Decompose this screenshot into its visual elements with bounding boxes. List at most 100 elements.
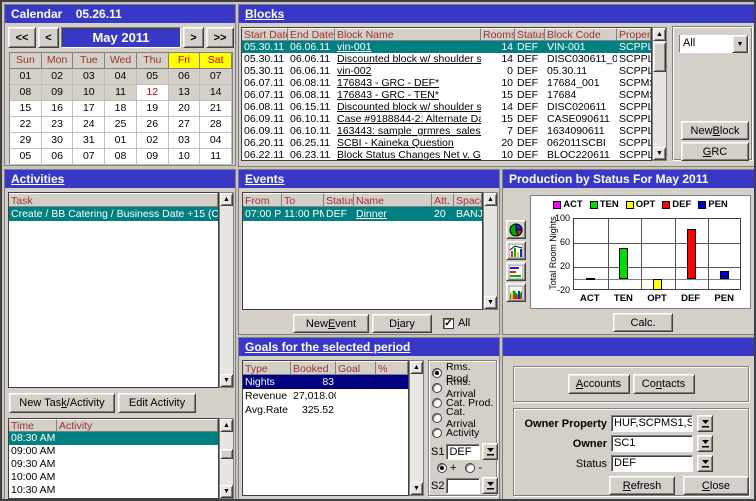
bar-chart-icon[interactable] <box>506 241 526 260</box>
radio-rms-arrival[interactable] <box>432 383 442 393</box>
calendar-day[interactable]: 22 <box>10 117 42 133</box>
scroll-down-icon[interactable]: ▼ <box>220 485 233 498</box>
column-header[interactable]: Time <box>9 419 57 432</box>
column-header[interactable]: % <box>376 361 408 375</box>
table-row[interactable]: 09:00 AM <box>9 445 218 458</box>
column-header[interactable]: Block Name <box>335 28 481 41</box>
calendar-day[interactable]: 16 <box>42 101 74 117</box>
status-lov-icon[interactable] <box>697 455 713 472</box>
column-header[interactable]: Goal <box>336 361 376 375</box>
scroll-down-icon[interactable]: ▼ <box>410 482 423 495</box>
owner-property-lov-icon[interactable] <box>697 415 713 432</box>
calendar-day[interactable]: 03 <box>73 69 105 85</box>
contacts-button[interactable]: Contacts <box>633 374 695 394</box>
column-header[interactable]: Status <box>515 28 545 41</box>
calendar-day[interactable]: 07 <box>200 69 232 85</box>
calendar-day[interactable]: 02 <box>42 69 74 85</box>
owner-property-field[interactable]: HUF,SCPMS1,SC <box>611 415 693 432</box>
calendar-day[interactable]: 01 <box>105 133 137 149</box>
diary-button[interactable]: Diary <box>372 314 432 333</box>
table-row[interactable]: 06.09.1106.10.11Case #9188844-2: Alterna… <box>242 113 651 125</box>
calendar-day[interactable]: 04 <box>105 69 137 85</box>
plus-radio[interactable] <box>437 463 447 473</box>
next-month-button[interactable]: > <box>183 27 204 48</box>
column-header[interactable]: Start Date <box>242 28 288 41</box>
owner-lov-icon[interactable] <box>697 435 713 452</box>
column-header[interactable]: Rooms <box>481 28 515 41</box>
table-row[interactable]: 06.08.1106.15.11Discounted block w/ shou… <box>242 101 651 113</box>
s1-value[interactable]: DEF <box>446 444 480 460</box>
calendar-day[interactable]: 29 <box>10 133 42 149</box>
table-row[interactable]: 06.09.1106.10.11163443: sample_grmres_sa… <box>242 125 651 137</box>
radio-cat-arrival[interactable] <box>432 413 442 423</box>
area-chart-icon[interactable] <box>506 283 526 302</box>
scroll-down-icon[interactable]: ▼ <box>484 296 497 309</box>
calendar-day[interactable]: 15 <box>10 101 42 117</box>
calendar-day[interactable]: 12 <box>137 85 169 101</box>
calendar-day[interactable]: 09 <box>137 149 169 165</box>
new-task-button[interactable]: New Task/Activity <box>9 393 115 413</box>
table-row[interactable]: 05.30.1106.06.11vin-0020DEF05.30.11SCPPL <box>242 65 651 77</box>
calc-button[interactable]: Calc. <box>613 313 673 332</box>
radio-rms-prod-[interactable] <box>432 368 442 378</box>
scroll-up-icon[interactable]: ▲ <box>653 28 666 41</box>
table-row[interactable]: Revenue27,018.00 <box>243 389 408 403</box>
table-row[interactable]: 06.07.1106.08.11176843 - GRC - DEF*10DEF… <box>242 77 651 89</box>
all-checkbox[interactable]: ✓ <box>443 318 454 329</box>
column-header[interactable]: To <box>282 193 324 207</box>
column-header[interactable]: Booked <box>291 361 336 375</box>
calendar-day[interactable]: 20 <box>169 101 201 117</box>
table-row[interactable]: 08:30 AM <box>9 432 218 445</box>
calendar-day[interactable]: 14 <box>200 85 232 101</box>
chevron-down-icon[interactable]: ▼ <box>732 35 748 53</box>
calendar-day[interactable]: 02 <box>137 133 169 149</box>
table-row[interactable]: 05.30.1106.06.11vin-00114DEFVIN-001SCPPL <box>242 41 651 53</box>
table-row[interactable]: 06.07.1106.08.11176843 - GRC - TEN*15DEF… <box>242 89 651 101</box>
calendar-day[interactable]: 26 <box>137 117 169 133</box>
edit-activity-button[interactable]: Edit Activity <box>118 393 196 413</box>
calendar-day[interactable]: 21 <box>200 101 232 117</box>
blocks-scrollbar[interactable]: ▲ ▼ <box>652 27 667 161</box>
column-header[interactable]: Status <box>324 193 354 207</box>
new-event-button[interactable]: New Event <box>293 314 369 333</box>
calendar-day[interactable]: 04 <box>200 133 232 149</box>
column-header[interactable]: Att. <box>432 193 454 207</box>
table-row[interactable]: 09:30 AM <box>9 458 218 471</box>
goals-scrollbar[interactable]: ▲ ▼ <box>409 360 424 496</box>
calendar-day[interactable]: 07 <box>73 149 105 165</box>
table-row[interactable]: Avg.Rate325.52 <box>243 403 408 417</box>
calendar-day[interactable]: 28 <box>200 117 232 133</box>
calendar-day[interactable]: 01 <box>10 69 42 85</box>
owner-field[interactable]: SC1 <box>611 435 693 452</box>
calendar-day[interactable]: 10 <box>73 85 105 101</box>
table-row[interactable]: 10:30 AM <box>9 484 218 497</box>
table-row[interactable]: 10:00 AM <box>9 471 218 484</box>
table-row[interactable]: 06.22.1106.23.11Block Status Changes Net… <box>242 149 651 161</box>
accounts-button[interactable]: Accounts <box>568 374 630 394</box>
calendar-day[interactable]: 08 <box>105 149 137 165</box>
calendar-day[interactable]: 24 <box>73 117 105 133</box>
s2-lov-icon[interactable] <box>482 477 498 494</box>
column-header[interactable]: Activity <box>57 419 218 432</box>
prev-month-button[interactable]: < <box>38 27 59 48</box>
task-scrollbar[interactable]: ▲ ▼ <box>219 192 234 388</box>
minus-radio[interactable] <box>465 463 475 473</box>
calendar-day[interactable]: 10 <box>169 149 201 165</box>
calendar-day[interactable]: 18 <box>105 101 137 117</box>
horizontal-bar-chart-icon[interactable] <box>506 262 526 281</box>
grc-button[interactable]: GRC <box>681 142 749 161</box>
column-header[interactable]: Type <box>243 361 291 375</box>
calendar-day[interactable]: 11 <box>105 85 137 101</box>
calendar-day[interactable]: 05 <box>137 69 169 85</box>
calendar-day[interactable]: 09 <box>42 85 74 101</box>
calendar-day[interactable]: 25 <box>105 117 137 133</box>
pie-chart-icon[interactable] <box>506 220 526 239</box>
table-row[interactable]: 07:00 PM11:00 PMDEFDinner20BANJO3 <box>243 207 482 221</box>
prev-year-button[interactable]: << <box>8 27 36 48</box>
scroll-up-icon[interactable]: ▲ <box>220 193 233 206</box>
close-button[interactable]: Close <box>683 476 749 495</box>
calendar-day[interactable]: 08 <box>10 85 42 101</box>
table-row[interactable]: 06.20.1106.25.11SCBI - Kaineka Question2… <box>242 137 651 149</box>
calendar-day[interactable]: 31 <box>73 133 105 149</box>
s1-lov-icon[interactable] <box>482 443 498 460</box>
